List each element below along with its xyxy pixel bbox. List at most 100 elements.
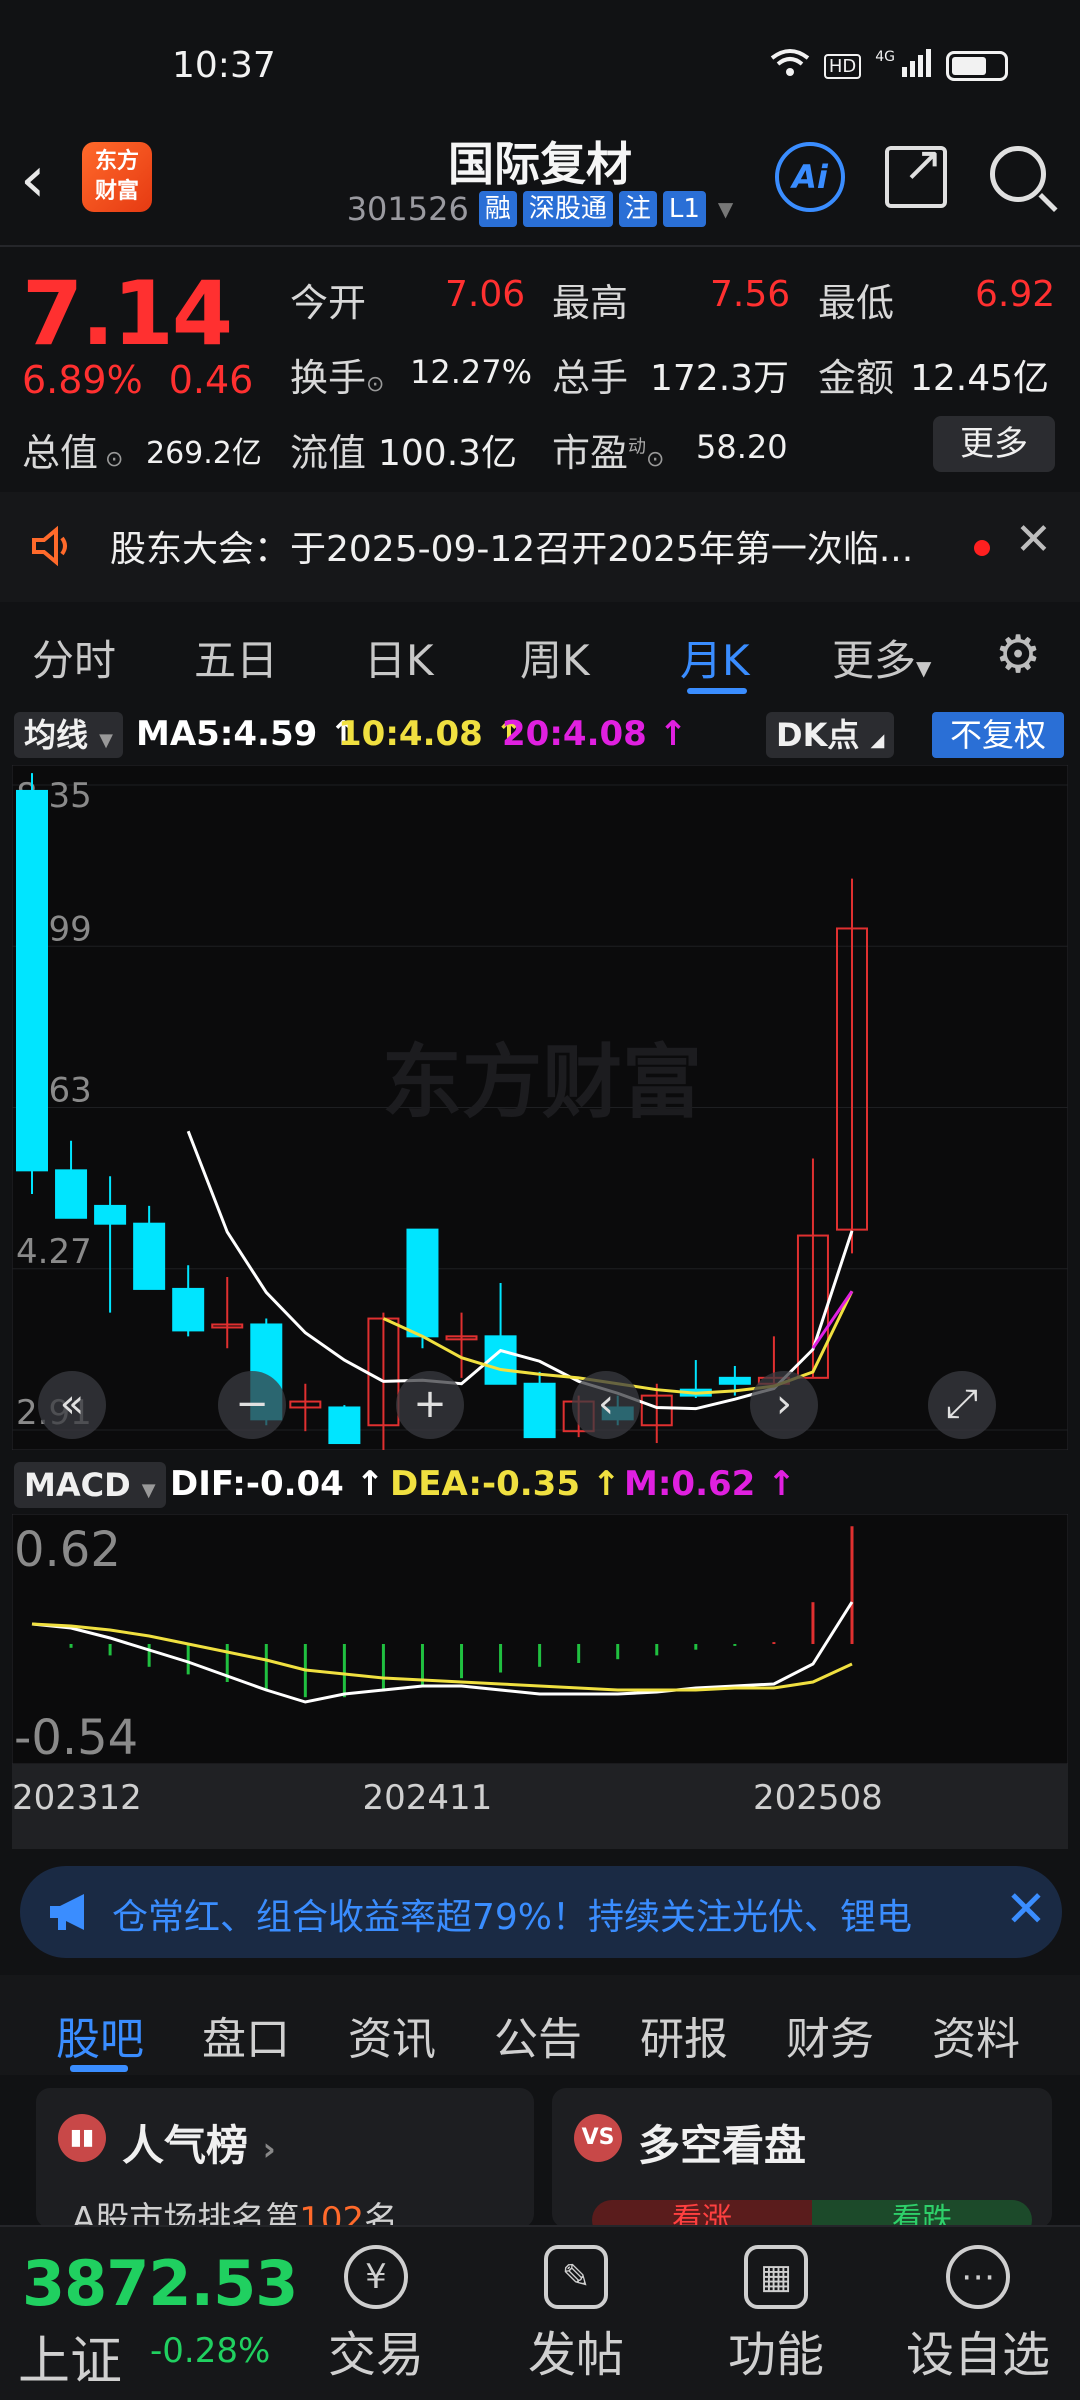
turnover-label[interactable]: 换手⊙ [290,347,384,402]
bar-chart-icon: ▮▮ [58,2114,106,2162]
chevron-down-icon: ▼ [916,656,932,680]
nav-trade[interactable]: ¥ 交易 [296,2237,456,2385]
gear-icon[interactable]: ⚙ [990,627,1046,683]
tab-news[interactable]: 资讯 [348,2003,436,2067]
candle-body [406,1228,439,1338]
battery-icon [946,51,1008,81]
ma5-value: MA5:4.59 [136,714,318,754]
tab-weekly-k[interactable]: 周K [520,627,590,688]
zoom-out-icon[interactable]: − [218,1371,286,1439]
dk-point-label: DK点 [776,716,860,754]
open-value: 7.06 [445,274,526,315]
tab-research[interactable]: 研报 [640,2003,728,2067]
ma10-value: 10:4.08 [338,714,483,754]
dea-value: DEA:-0.35 [390,1464,580,1504]
info-icon: ⊙ [98,447,124,472]
adjust-mode-button[interactable]: 不复权 [932,712,1064,758]
control-glyph: − [235,1381,269,1427]
announcement-bar[interactable]: 股东大会：于2025-09-12召开2025年第一次临... ✕ [0,492,1080,602]
wifi-icon [770,48,810,84]
control-glyph: « [60,1381,84,1427]
tag-registered: 注 [618,191,657,227]
share-icon[interactable] [885,136,947,208]
tab-orderbook[interactable]: 盘口 [202,2003,290,2067]
popularity-card[interactable]: ▮▮ 人气榜 › A股市场排名第102名 [36,2088,534,2228]
pe-value: 58.20 [696,428,788,466]
dif-label: DIF:-0.04 ↑ [170,1464,385,1504]
scroll-left-icon[interactable]: ‹ [572,1371,640,1439]
candlestick-chart[interactable]: 8.356.995.634.272.91东方财富«−+‹›⤢ [12,765,1068,1450]
dk-point-selector[interactable]: DK点 ◢ [766,712,895,758]
tab-announcements[interactable]: 公告 [494,2003,582,2067]
price-change: 6.89% 0.46 [22,358,279,402]
index-name[interactable]: 上证 [18,2319,122,2394]
tab-financials[interactable]: 财务 [786,2003,874,2067]
dea-label: DEA:-0.35 ↑ [390,1464,621,1504]
zoom-in-icon[interactable]: + [396,1371,464,1439]
vote-up-button[interactable]: 看涨 [592,2200,812,2228]
edit-icon: ✎ [544,2245,608,2309]
info-icon: ⊙ [366,372,385,397]
close-icon[interactable]: ✕ [1005,1880,1047,1938]
announcement-text: 股东大会：于2025-09-12召开2025年第一次临... [110,529,914,570]
pe-label-text: 市盈 [552,431,629,475]
dif-value: DIF:-0.04 [170,1464,344,1504]
macd-selector[interactable]: MACD ▼ [14,1462,166,1508]
tab-daily-k[interactable]: 日K [364,627,434,688]
vote-down-button[interactable]: 看跌 [812,2200,1032,2228]
news-ticker[interactable]: 仓常红、组合收益率超79%！持续关注光伏、锂电 ✕ [20,1866,1062,1958]
active-tab-indicator [687,688,747,694]
low-label: 最低 [818,281,895,325]
y-tick-label: 4.27 [16,1232,92,1272]
pe-label[interactable]: 市盈动⊙ [552,422,664,477]
indicator-selector[interactable]: 均线 ▼ [14,712,123,758]
trade-icon: ¥ [344,2245,408,2309]
tab-intraday[interactable]: 分时 [32,627,116,688]
mktcap-label[interactable]: 总值 ⊙ [22,422,123,477]
ma10-label: 10:4.08 ↑ [338,714,524,754]
index-value[interactable]: 3872.53 [22,2247,298,2320]
fullscreen-icon[interactable]: ⤢ [928,1371,996,1439]
ma-legend: 均线 ▼ MA5:4.59 ↑ 10:4.08 ↑ 20:4.08 ↑ DK点 … [0,708,1080,764]
y-tick-label: -0.54 [14,1710,138,1764]
open-label: 今开 [290,281,367,325]
chevron-down-icon[interactable]: ▼ [718,197,733,221]
more-quote-button[interactable]: 更多 [933,416,1055,472]
tag-level: L1 [662,191,706,227]
tag-connect: 深股通 [522,191,613,227]
tab-more-label: 更多 [832,636,917,685]
tab-forum[interactable]: 股吧 [56,2003,144,2067]
scroll-left-fast-icon[interactable]: « [38,1371,106,1439]
y-tick-label: 0.62 [14,1522,121,1578]
signal-label: 4G [875,49,895,65]
macd-chart[interactable]: 0.62 -0.54 [12,1514,1068,1764]
volume-label: 总手 [552,356,629,400]
tab-profile[interactable]: 资料 [932,2003,1020,2067]
date-axis: 202312 202411 202508 [12,1764,1068,1849]
bull-bear-card[interactable]: VS 多空看盘 看涨 看跌 [552,2088,1052,2228]
chevron-down-icon: ▼ [141,1480,156,1501]
unread-dot [974,540,990,556]
high-label: 最高 [552,281,629,325]
mktcap-label-text: 总值 [22,431,99,475]
turnover-value: 12.27% [410,353,533,391]
nav-functions[interactable]: ▦ 功能 [696,2237,856,2385]
popularity-title-text: 人气榜 [122,2121,249,2170]
nav-watchlist[interactable]: ⋯ 设自选 [898,2237,1058,2385]
candle-body [16,789,48,1172]
tab-monthly-k[interactable]: 月K [680,627,750,688]
high-value: 7.56 [710,274,791,315]
close-icon[interactable]: ✕ [1015,514,1052,565]
candle-body [94,1204,127,1225]
scroll-right-icon[interactable]: › [750,1371,818,1439]
vs-icon: VS [574,2114,622,2162]
tab-more[interactable]: 更多▼ [832,627,931,688]
amount-label: 金额 [818,356,895,400]
mktcap-value: 269.2亿 [146,436,262,471]
ai-assistant-icon[interactable]: Ai [775,142,845,212]
tab-five-day[interactable]: 五日 [194,627,278,688]
candle-body [133,1222,166,1290]
search-icon[interactable] [990,146,1046,202]
nav-post[interactable]: ✎ 发帖 [496,2237,656,2385]
nav-watchlist-label: 设自选 [905,2327,1050,2383]
